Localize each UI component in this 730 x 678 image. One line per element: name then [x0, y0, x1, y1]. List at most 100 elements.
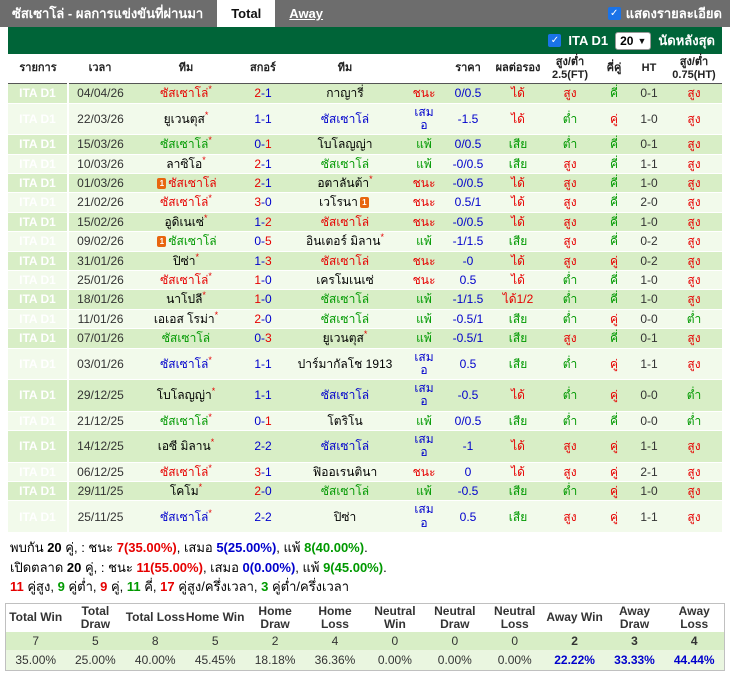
halftime-score-cell: 0-0: [632, 411, 666, 432]
odd-even-cell: คี่: [596, 83, 632, 104]
past-results-widget: ซัสเซาโล่ - ผลการแข่งขันที่ผ่านมา Total …: [0, 0, 730, 678]
handicap-result-cell: ได้: [492, 103, 544, 136]
league-cell[interactable]: ITA D1: [8, 231, 69, 252]
league-cell[interactable]: ITA D1: [8, 462, 69, 483]
summary-text-segment: 9: [57, 579, 65, 595]
league-cell[interactable]: ITA D1: [8, 212, 69, 233]
over-under-075-cell: สูง: [666, 231, 722, 252]
league-checkbox-checked-icon[interactable]: ✓: [548, 34, 562, 47]
star-marker: *: [208, 84, 212, 95]
summary-text-segment: 11: [10, 579, 24, 595]
summary-text-segment: คี่,: [140, 579, 161, 595]
score-cell: 2-1: [240, 173, 286, 194]
date-cell: 15/02/26: [68, 212, 132, 233]
star-marker: *: [208, 135, 212, 146]
summary-section: พบกัน 20 คู่, : ชนะ 7(35.00%), เสมอ 5(25…: [0, 533, 730, 599]
league-cell[interactable]: ITA D1: [8, 173, 69, 194]
summary-text-segment: .: [364, 540, 368, 556]
league-cell[interactable]: ITA D1: [8, 154, 69, 175]
odd-even-cell: คี่: [596, 173, 632, 194]
over-under-075-cell: สูง: [666, 481, 722, 502]
stats-column-header: Away Draw: [604, 603, 665, 632]
summary-text-segment: , เสมอ: [176, 540, 217, 556]
away-team-cell: เวโรนา 1: [286, 192, 404, 213]
table-row: ITA D1 07/01/26 ซัสเซาโล่ 0-3 ยูเวนตุส* แพ้ -0…: [8, 328, 722, 349]
stats-percent-cell: 25.00%: [65, 649, 126, 671]
date-cell: 25/01/26: [68, 270, 132, 291]
home-team-cell: ซัสเซาโล่*: [132, 83, 240, 104]
stats-value-cell: 5: [65, 631, 126, 650]
over-under-25-cell: สูง: [544, 430, 596, 463]
odd-even-cell: คู่: [596, 500, 632, 534]
summary-text-segment: เปิดตลาด: [10, 559, 67, 575]
result-cell: เสมอ: [404, 500, 444, 534]
handicap-price-cell: 0.5: [444, 270, 492, 291]
handicap-price-cell: -1.5: [444, 103, 492, 136]
odd-even-cell: คี่: [596, 134, 632, 155]
show-details-toggle[interactable]: ✓ แสดงรายละเอียด: [607, 3, 730, 24]
league-cell[interactable]: ITA D1: [8, 309, 69, 330]
league-cell[interactable]: ITA D1: [8, 328, 69, 349]
handicap-result-cell: เสีย: [492, 154, 544, 175]
league-cell[interactable]: ITA D1: [8, 289, 69, 310]
league-cell[interactable]: ITA D1: [8, 103, 69, 136]
table-row: ITA D1 31/01/26 ปิซ่า* 1-3 ซัสเซาโล่ ชนะ -0 ได้…: [8, 251, 722, 271]
stats-column-header: Neutral Loss: [484, 603, 545, 632]
away-team-cell: เครโมเนเซ่: [286, 270, 404, 291]
halftime-score-cell: 2-1: [632, 462, 666, 483]
tab-total[interactable]: Total: [217, 0, 276, 27]
match-count-select[interactable]: 20 ▼: [615, 31, 652, 50]
score-cell: 2-1: [240, 154, 286, 175]
handicap-result-cell: เสีย: [492, 411, 544, 432]
league-cell[interactable]: ITA D1: [8, 270, 69, 291]
odd-even-cell: คี่: [596, 328, 632, 349]
odd-even-cell: คี่: [596, 411, 632, 432]
star-marker: *: [214, 309, 219, 320]
result-cell: แพ้: [404, 309, 444, 330]
stats-column-header: Total Draw: [65, 603, 126, 632]
stats-column-header: Home Loss: [305, 603, 365, 632]
league-cell[interactable]: ITA D1: [8, 379, 69, 412]
league-cell[interactable]: ITA D1: [8, 348, 69, 381]
win-draw-loss-stats-table: Total Win Total Draw Total Loss Home Win Hom…: [5, 602, 725, 671]
stats-column-header: Neutral Draw: [424, 603, 485, 632]
summary-text-segment: 8(40.00%): [304, 540, 365, 556]
column-header: ผลต่อรอง: [492, 54, 544, 85]
over-under-075-cell: สูง: [666, 289, 722, 310]
score-cell: 0-1: [240, 134, 286, 155]
halftime-score-cell: 1-1: [632, 500, 666, 534]
league-cell[interactable]: ITA D1: [8, 134, 69, 155]
league-cell[interactable]: ITA D1: [8, 192, 69, 213]
away-team-cell: ฟิออเรนตินา: [286, 462, 404, 483]
column-header: คี่คู่: [596, 54, 632, 85]
table-row: ITA D1 01/03/26 1 ซัสเซาโล่ 2-1 อตาลันต้า* ชนะ…: [8, 173, 722, 194]
checkbox-checked-icon[interactable]: ✓: [607, 7, 621, 20]
column-header: [404, 54, 444, 85]
handicap-price-cell: -0/0.5: [444, 212, 492, 233]
summary-text-segment: , แพ้: [295, 559, 324, 575]
stats-value-cell: 4: [664, 631, 725, 650]
summary-text-segment: 11: [126, 579, 141, 595]
home-team-cell: โคโม*: [132, 481, 240, 502]
stats-column-header: Total Win: [5, 603, 66, 632]
halftime-score-cell: 1-1: [632, 154, 666, 175]
league-cell[interactable]: ITA D1: [8, 481, 69, 502]
result-cell: แพ้: [404, 134, 444, 155]
stats-column-header: Total Loss: [125, 603, 186, 632]
date-cell: 14/12/25: [68, 430, 132, 463]
league-cell[interactable]: ITA D1: [8, 251, 69, 271]
tab-away[interactable]: Away: [275, 0, 337, 27]
stats-value-cell: 4: [305, 631, 365, 650]
handicap-result-cell: ได้1/2: [492, 289, 544, 310]
over-under-25-cell: สูง: [544, 251, 596, 271]
result-cell: ชนะ: [404, 192, 444, 213]
summary-text-segment: พบกัน: [10, 540, 48, 556]
star-marker: *: [202, 290, 206, 301]
league-cell[interactable]: ITA D1: [8, 411, 69, 432]
league-cell[interactable]: ITA D1: [8, 83, 69, 104]
handicap-price-cell: -0.5: [444, 481, 492, 502]
handicap-result-cell: ได้: [492, 192, 544, 213]
over-under-25-cell: สูง: [544, 83, 596, 104]
league-cell[interactable]: ITA D1: [8, 500, 69, 534]
league-cell[interactable]: ITA D1: [8, 430, 69, 463]
